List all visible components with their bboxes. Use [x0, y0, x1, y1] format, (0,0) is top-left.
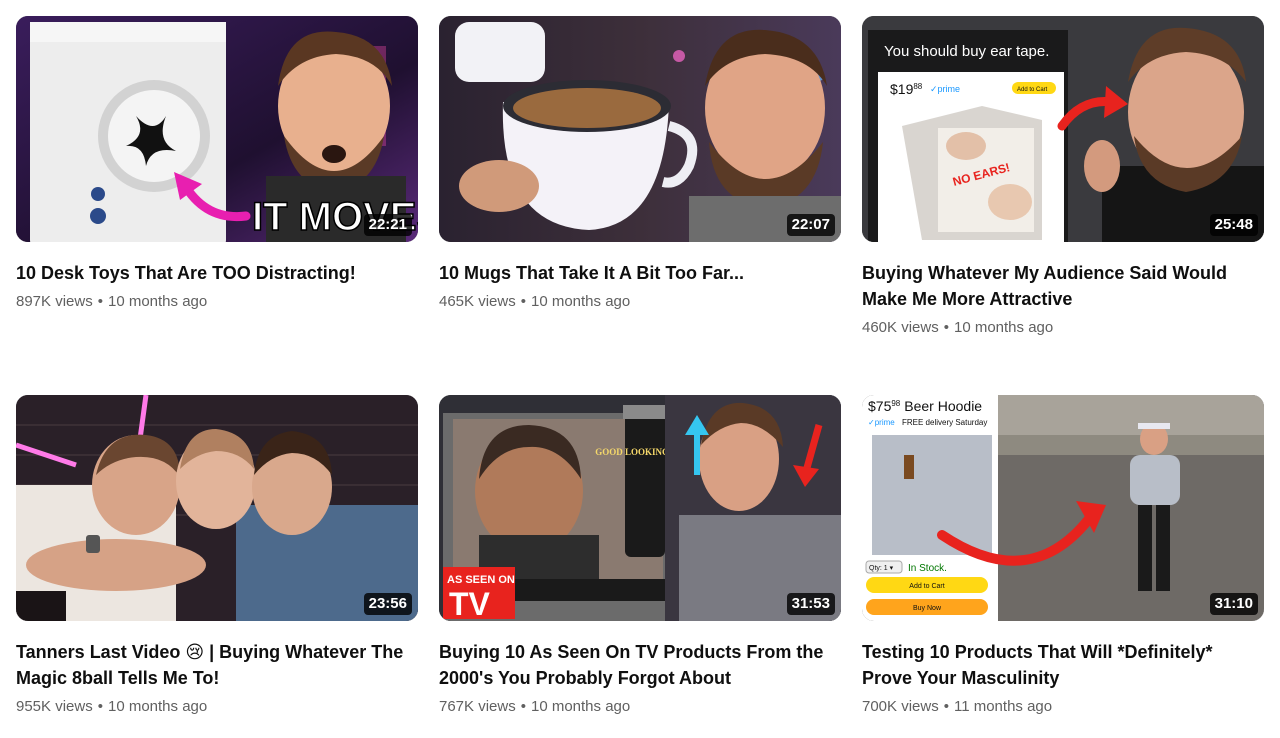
view-count: 767K views: [439, 698, 516, 715]
video-title[interactable]: Tanners Last Video 😢 | Buying Whatever T…: [16, 639, 406, 691]
video-card[interactable]: $7598 Beer Hoodie ✓prime FREE delivery Sa…: [862, 395, 1264, 717]
thumbnail-price-cents: 88: [913, 82, 922, 91]
video-grid: IT MOVES 22:21 10 Desk Toys That Are TOO…: [0, 0, 1280, 738]
video-duration: 31:10: [1209, 593, 1258, 615]
thumbnail-image: [16, 395, 418, 621]
view-count: 700K views: [862, 698, 939, 715]
video-card[interactable]: 22:07 10 Mugs That Take It A Bit Too Far…: [439, 16, 841, 312]
video-title[interactable]: Buying Whatever My Audience Said Would M…: [862, 260, 1252, 312]
video-title[interactable]: Testing 10 Products That Will *Definitel…: [862, 639, 1252, 691]
video-meta: 767K views • 10 months ago: [439, 697, 841, 717]
video-title[interactable]: 10 Mugs That Take It A Bit Too Far...: [439, 260, 829, 286]
video-duration: 23:56: [363, 593, 412, 615]
video-card[interactable]: IT MOVES 22:21 10 Desk Toys That Are TOO…: [16, 16, 418, 312]
video-card[interactable]: GOOD LOOKING HAIR AS SEEN ON TV 31:53 Bu…: [439, 395, 841, 717]
video-thumbnail[interactable]: 22:07: [439, 16, 841, 242]
video-thumbnail[interactable]: GOOD LOOKING HAIR AS SEEN ON TV 31:53: [439, 395, 841, 621]
prime-badge: ✓prime: [930, 84, 960, 94]
video-duration: 25:48: [1209, 214, 1258, 236]
video-title[interactable]: Buying 10 As Seen On TV Products From th…: [439, 639, 829, 691]
thumbnail-price: $75: [868, 398, 892, 414]
thumbnail-buy: Buy Now: [913, 605, 942, 612]
thumbnail-stock: In Stock.: [908, 563, 947, 574]
thumbnail-comment: You should buy ear tape.: [884, 43, 1049, 60]
meta-separator: •: [943, 319, 949, 336]
thumbnail-cart: Add to Cart: [1017, 87, 1048, 93]
thumbnail-qty: Qty: 1 ▾: [869, 565, 894, 572]
view-count: 897K views: [16, 293, 93, 310]
thumbnail-image: [439, 16, 841, 242]
video-thumbnail[interactable]: IT MOVES 22:21: [16, 16, 418, 242]
thumbnail-price-cents: 98: [891, 399, 900, 408]
video-thumbnail[interactable]: You should buy ear tape. $1988 ✓prime Ad…: [862, 16, 1264, 242]
meta-separator: •: [97, 698, 103, 715]
video-title[interactable]: 10 Desk Toys That Are TOO Distracting!: [16, 260, 406, 286]
thumbnail-badge-bottom: TV: [449, 586, 491, 621]
video-card[interactable]: You should buy ear tape. $1988 ✓prime Ad…: [862, 16, 1264, 338]
thumbnail-image: IT MOVES: [16, 16, 418, 242]
video-meta: 897K views • 10 months ago: [16, 292, 418, 312]
video-thumbnail[interactable]: 23:56: [16, 395, 418, 621]
upload-age: 10 months ago: [953, 319, 1054, 336]
thumbnail-badge-top: AS SEEN ON: [447, 574, 515, 586]
video-meta: 460K views • 10 months ago: [862, 318, 1264, 338]
video-card[interactable]: 23:56 Tanners Last Video 😢 | Buying What…: [16, 395, 418, 717]
thumbnail-image: You should buy ear tape. $1988 ✓prime Ad…: [862, 16, 1264, 242]
thumbnail-delivery: FREE delivery Saturday: [902, 418, 987, 427]
thumbnail-image: GOOD LOOKING HAIR AS SEEN ON TV: [439, 395, 841, 621]
prime-badge: ✓prime: [868, 418, 895, 427]
view-count: 955K views: [16, 698, 93, 715]
video-meta: 955K views • 10 months ago: [16, 697, 418, 717]
svg-text:$7598Beer Hoodie: $7598 Beer Hoodie: [868, 398, 982, 414]
meta-separator: •: [520, 698, 526, 715]
upload-age: 10 months ago: [107, 698, 208, 715]
video-meta: 465K views • 10 months ago: [439, 292, 841, 312]
view-count: 460K views: [862, 319, 939, 336]
upload-age: 10 months ago: [107, 293, 208, 310]
upload-age: 10 months ago: [530, 293, 631, 310]
thumbnail-product: Beer Hoodie: [904, 398, 982, 414]
thumbnail-cart: Add to Cart: [909, 583, 944, 590]
video-duration: 22:21: [363, 214, 412, 236]
video-duration: 22:07: [786, 214, 835, 236]
video-meta: 700K views • 11 months ago: [862, 697, 1264, 717]
upload-age: 10 months ago: [530, 698, 631, 715]
meta-separator: •: [97, 293, 103, 310]
thumbnail-image: $7598 Beer Hoodie ✓prime FREE delivery Sa…: [862, 395, 1264, 621]
video-thumbnail[interactable]: $7598 Beer Hoodie ✓prime FREE delivery Sa…: [862, 395, 1264, 621]
meta-separator: •: [943, 698, 949, 715]
view-count: 465K views: [439, 293, 516, 310]
upload-age: 11 months ago: [953, 698, 1053, 715]
thumbnail-price: $19: [890, 81, 914, 97]
video-duration: 31:53: [786, 593, 835, 615]
meta-separator: •: [520, 293, 526, 310]
